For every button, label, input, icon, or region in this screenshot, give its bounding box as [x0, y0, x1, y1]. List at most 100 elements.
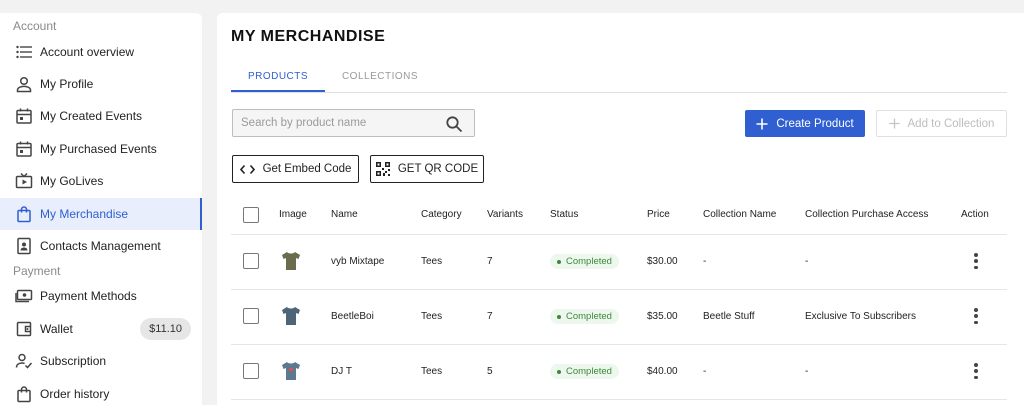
wallet-icon	[14, 319, 34, 339]
code-icon	[239, 164, 255, 175]
sidebar-item-label: My Profile	[40, 77, 94, 91]
sidebar-item-my-purchased-events[interactable]: My Purchased Events	[0, 133, 202, 165]
tab-collections[interactable]: COLLECTIONS	[332, 67, 428, 92]
sidebar-item-wallet[interactable]: Wallet $11.10	[0, 313, 202, 345]
row-checkbox[interactable]	[243, 308, 259, 324]
product-collection: -	[703, 366, 707, 377]
select-all-checkbox[interactable]	[243, 207, 259, 223]
get-qr-code-button[interactable]: GET QR CODE	[370, 155, 484, 183]
sidebar-item-payment-methods[interactable]: Payment Methods	[0, 280, 202, 312]
column-header-status: Status	[550, 209, 579, 220]
calendar-icon	[14, 106, 34, 126]
column-header-action: Action	[961, 209, 989, 220]
plus-icon	[756, 118, 768, 130]
product-price: $30.00	[647, 256, 678, 267]
row-divider	[231, 234, 1007, 235]
product-variants: 7	[487, 311, 493, 322]
cash-icon	[14, 286, 34, 306]
sidebar-item-my-golives[interactable]: My GoLives	[0, 165, 202, 197]
product-category: Tees	[421, 256, 443, 267]
product-collection-access: Exclusive To Subscribers	[805, 311, 916, 322]
column-header-collection-name: Collection Name	[703, 209, 777, 220]
get-embed-code-label: Get Embed Code	[262, 163, 352, 175]
sidebar-item-my-profile[interactable]: My Profile	[0, 68, 202, 100]
row-divider	[231, 344, 1007, 345]
row-divider	[231, 289, 1007, 290]
sidebar-item-my-created-events[interactable]: My Created Events	[0, 100, 202, 132]
main-panel: MY MERCHANDISE PRODUCTS COLLECTIONS Crea…	[217, 13, 1024, 405]
create-product-button[interactable]: Create Product	[745, 110, 865, 137]
status-badge: Completed	[550, 254, 619, 269]
status-dot-icon	[557, 259, 561, 264]
product-collection: -	[703, 256, 707, 267]
get-embed-code-button[interactable]: Get Embed Code	[232, 155, 359, 183]
search-icon[interactable]	[445, 115, 463, 133]
add-to-collection-label: Add to Collection	[907, 117, 995, 130]
product-variants: 5	[487, 366, 493, 377]
shopping-bag-icon	[14, 204, 34, 224]
more-options-icon[interactable]	[970, 362, 982, 380]
product-collection: Beetle Stuff	[703, 311, 755, 322]
sidebar-item-contacts-management[interactable]: Contacts Management	[0, 230, 202, 262]
search-box	[232, 109, 475, 137]
tab-bar: PRODUCTS COLLECTIONS	[231, 67, 1007, 93]
sidebar-item-label: Subscription	[40, 354, 107, 368]
product-price: $35.00	[647, 311, 678, 322]
product-price: $40.00	[647, 366, 678, 377]
calendar-icon	[14, 139, 34, 159]
sidebar-item-label: Payment Methods	[40, 289, 137, 303]
page-title: MY MERCHANDISE	[231, 28, 386, 45]
product-thumbnail	[282, 362, 300, 380]
column-header-collection-access: Collection Purchase Access	[805, 209, 929, 220]
product-name[interactable]: vyb Mixtape	[331, 256, 384, 267]
status-dot-icon	[557, 369, 561, 374]
tab-products[interactable]: PRODUCTS	[231, 67, 325, 92]
sidebar-item-order-history[interactable]: Order history	[0, 378, 202, 405]
sidebar-item-label: Contacts Management	[40, 239, 161, 253]
product-collection-access: -	[805, 366, 809, 377]
product-category: Tees	[421, 366, 443, 377]
column-header-price: Price	[647, 209, 670, 220]
add-to-collection-button[interactable]: Add to Collection	[876, 110, 1007, 137]
product-name[interactable]: BeetleBoi	[331, 311, 374, 322]
product-variants: 7	[487, 256, 493, 267]
status-badge: Completed	[550, 364, 619, 379]
row-divider	[231, 399, 1007, 400]
sidebar-item-label: My Created Events	[40, 109, 143, 123]
status-dot-icon	[557, 314, 561, 319]
column-header-category: Category	[421, 209, 462, 220]
plus-icon	[888, 118, 900, 129]
get-qr-code-label: GET QR CODE	[397, 163, 479, 175]
sidebar-item-label: Wallet	[40, 322, 73, 336]
sidebar-item-my-merchandise[interactable]: My Merchandise	[0, 198, 202, 230]
sidebar-item-account-overview[interactable]: Account overview	[0, 36, 202, 68]
list-icon	[14, 42, 34, 62]
product-collection-access: -	[805, 256, 809, 267]
section-label-account: Account	[13, 19, 57, 33]
status-badge: Completed	[550, 309, 619, 324]
product-thumbnail	[282, 252, 300, 270]
sidebar-item-label: Order history	[40, 387, 110, 401]
sidebar-item-subscription[interactable]: Subscription	[0, 345, 202, 377]
product-category: Tees	[421, 311, 443, 322]
contact-card-icon	[14, 236, 34, 256]
column-header-image: Image	[279, 209, 307, 220]
column-header-variants: Variants	[487, 209, 523, 220]
status-label: Completed	[566, 256, 612, 267]
sidebar: Account Account overview My Profile My C…	[0, 13, 202, 405]
search-input[interactable]	[241, 115, 431, 131]
row-checkbox[interactable]	[243, 363, 259, 379]
section-label-payment: Payment	[13, 264, 61, 278]
product-thumbnail	[282, 307, 300, 325]
product-name[interactable]: DJ T	[331, 366, 352, 377]
more-options-icon[interactable]	[970, 307, 982, 325]
sidebar-item-label: My GoLives	[40, 174, 104, 188]
row-checkbox[interactable]	[243, 253, 259, 269]
tv-icon	[14, 171, 34, 191]
wallet-balance-badge: $11.10	[140, 318, 191, 340]
person-icon	[14, 74, 34, 94]
qr-code-icon	[375, 162, 390, 176]
create-product-label: Create Product	[776, 117, 854, 130]
status-label: Completed	[566, 311, 612, 322]
more-options-icon[interactable]	[970, 252, 982, 270]
